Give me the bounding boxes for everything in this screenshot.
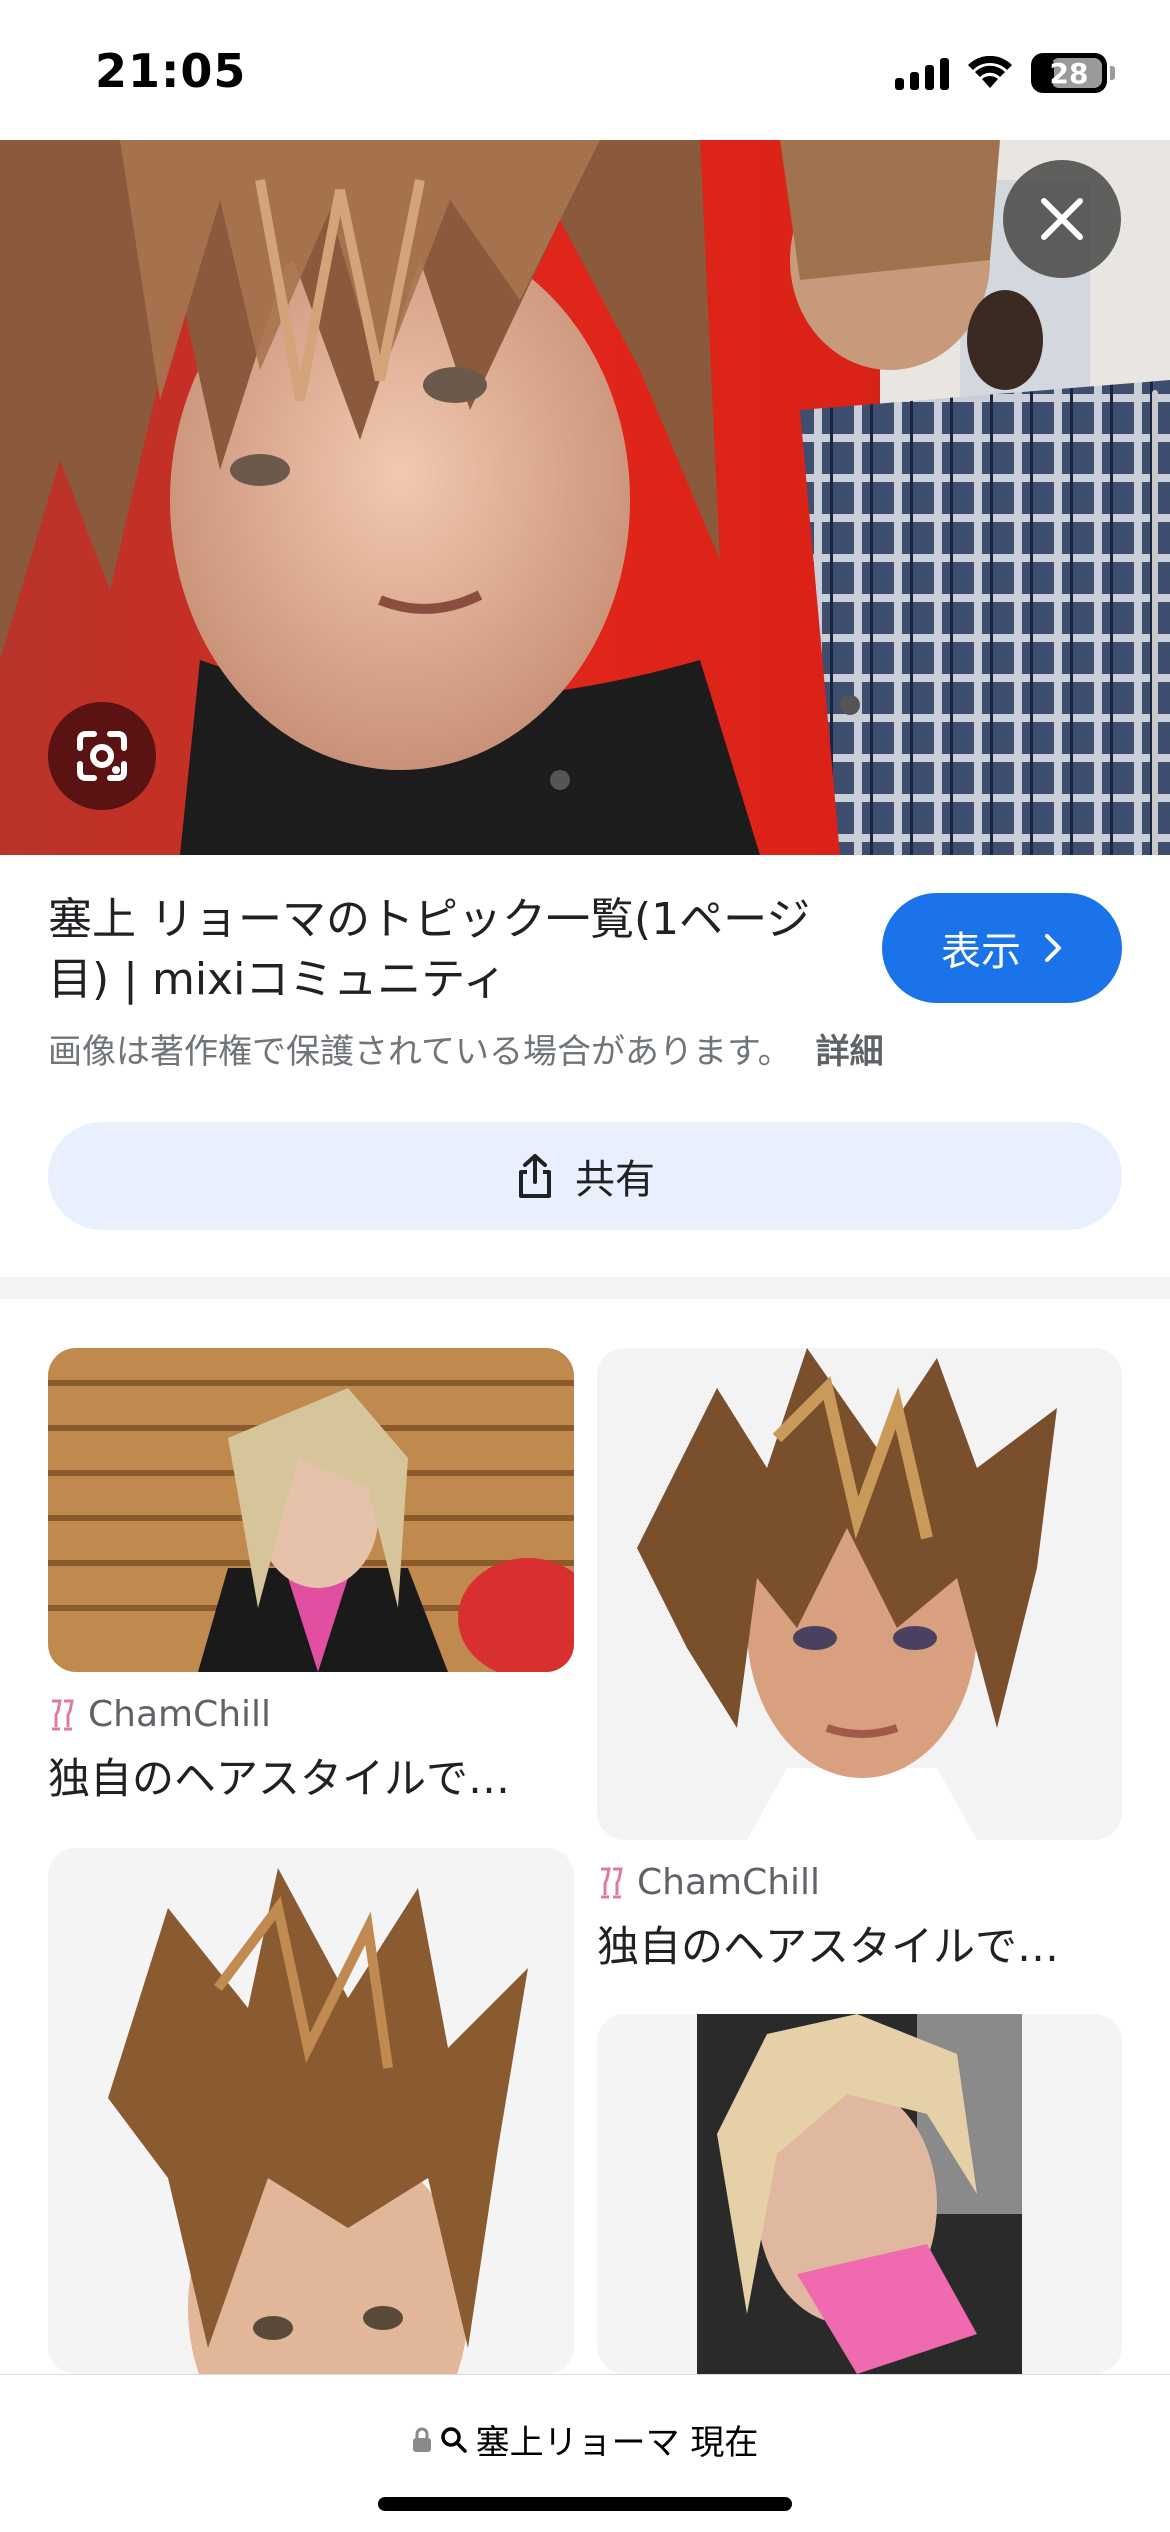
related-photo-2 (597, 1348, 1122, 1840)
battery-level: 28 (1049, 56, 1089, 90)
wifi-icon (968, 56, 1012, 88)
related-image-3[interactable] (48, 1848, 574, 2374)
search-icon (440, 2426, 467, 2453)
close-icon (1041, 198, 1083, 240)
related-source-name-2: ChamChill (637, 1862, 821, 1903)
share-icon (519, 1154, 551, 1198)
section-divider (0, 1277, 1170, 1299)
status-icons: 28 (895, 50, 1115, 96)
chevron-right-icon (1045, 934, 1061, 962)
close-button[interactable] (1003, 160, 1121, 278)
lock-icon (412, 2427, 431, 2452)
related-source-2[interactable]: ChamChill (597, 1862, 820, 1903)
details-link[interactable]: 詳細 (816, 1032, 884, 1072)
status-bar: 21:05 28 (0, 0, 1170, 140)
home-indicator[interactable] (378, 2497, 792, 2511)
browser-bottom-bar: 塞上リョーマ 現在 (0, 2374, 1170, 2532)
share-label: 共有 (575, 1157, 655, 1203)
related-caption-2[interactable]: 独自のヘアスタイルで… (597, 1913, 1059, 1974)
view-button-label: 表示 (941, 929, 1021, 975)
related-photo-4 (597, 2014, 1122, 2374)
google-lens-button[interactable] (48, 702, 156, 810)
address-bar[interactable]: 塞上リョーマ 現在 (0, 2415, 1170, 2464)
wine-glass-icon (601, 1867, 623, 1898)
related-source-name-1: ChamChill (88, 1694, 272, 1735)
related-image-1[interactable] (48, 1348, 574, 1672)
scrollbar[interactable] (1152, 390, 1158, 855)
copyright-notice: 画像は著作権で保護されている場合があります。 詳細 (48, 1024, 884, 1073)
copyright-text: 画像は著作権で保護されている場合があります。 (48, 1032, 792, 1072)
wine-glass-icon (52, 1699, 74, 1730)
related-caption-1[interactable]: 独自のヘアスタイルで… (48, 1745, 510, 1806)
related-photo-1 (48, 1348, 574, 1672)
view-button[interactable]: 表示 (882, 893, 1122, 1003)
related-source-1[interactable]: ChamChill (48, 1694, 271, 1735)
share-button[interactable]: 共有 (48, 1122, 1122, 1230)
hero-image[interactable] (0, 140, 1170, 855)
related-photo-3 (48, 1848, 574, 2374)
status-time: 21:05 (95, 44, 247, 98)
result-title[interactable]: 塞上 リョーマのトピック一覧(1ページ目) | mixiコミュニティ (48, 890, 838, 1010)
related-image-4[interactable] (597, 2014, 1122, 2374)
battery-icon: 28 (1031, 53, 1107, 93)
cellular-signal-icon (895, 56, 949, 90)
hero-photo (0, 140, 1170, 855)
related-image-2[interactable] (597, 1348, 1122, 1840)
address-text: 塞上リョーマ 現在 (475, 2423, 759, 2463)
google-lens-icon (77, 731, 127, 781)
